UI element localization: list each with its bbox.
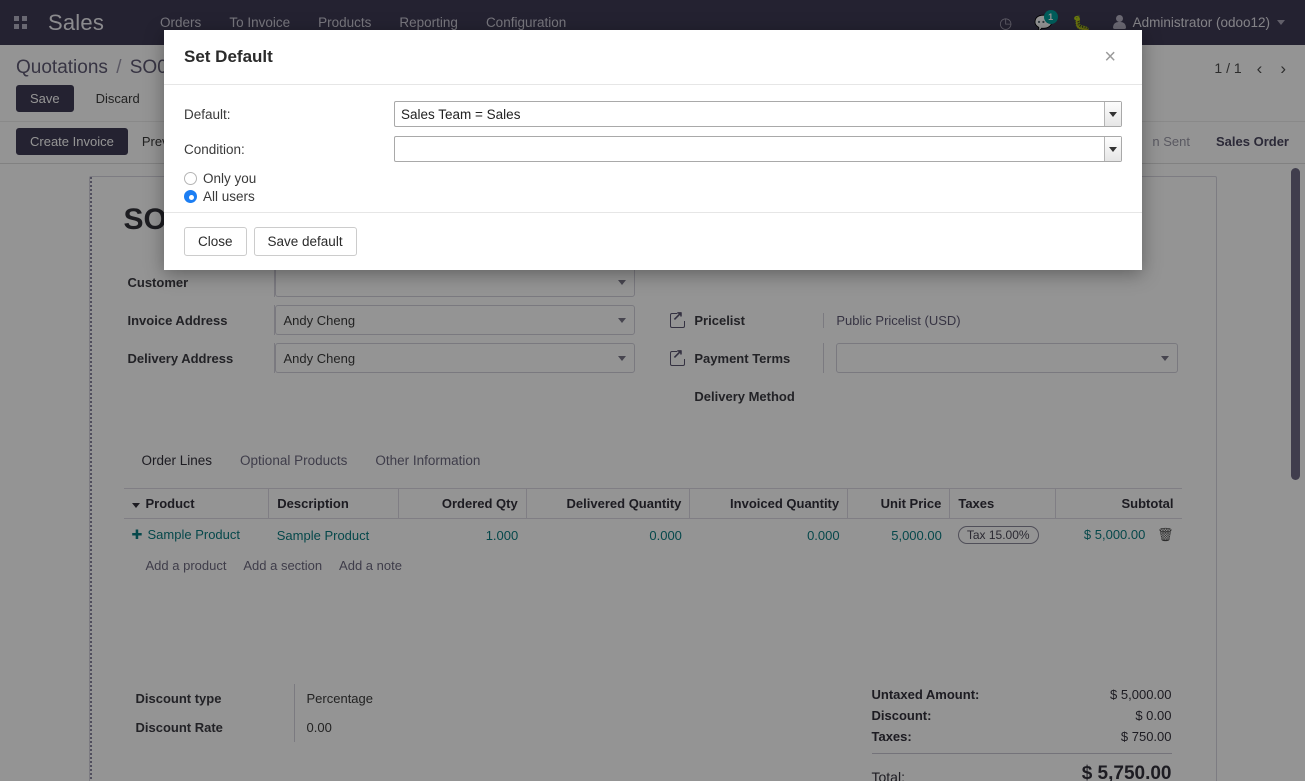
radio-all-users-label: All users — [203, 189, 255, 204]
condition-field-row: Condition: — [184, 136, 1122, 162]
save-default-button[interactable]: Save default — [254, 227, 357, 256]
default-field-label: Default: — [184, 107, 394, 122]
dialog-header: Set Default × — [164, 30, 1142, 85]
close-button[interactable]: Close — [184, 227, 247, 256]
scope-only-you-option[interactable]: Only you — [184, 171, 1122, 186]
scope-all-users-option[interactable]: All users — [184, 189, 1122, 204]
condition-field-label: Condition: — [184, 142, 394, 157]
default-select-wrap: Sales Team = Sales — [394, 101, 1122, 127]
radio-all-users[interactable] — [184, 190, 197, 203]
dialog-footer: Close Save default — [164, 212, 1142, 270]
dialog-body: Default: Sales Team = Sales Condition: O… — [164, 85, 1142, 212]
radio-only-you-label: Only you — [203, 171, 256, 186]
default-select[interactable]: Sales Team = Sales — [394, 101, 1122, 127]
set-default-dialog: Set Default × Default: Sales Team = Sale… — [164, 30, 1142, 270]
condition-select[interactable] — [394, 136, 1122, 162]
default-select-value: Sales Team = Sales — [401, 107, 520, 122]
dialog-title: Set Default — [184, 47, 273, 67]
select-dropdown-arrow-icon[interactable] — [1104, 137, 1121, 161]
close-icon[interactable]: × — [1098, 46, 1122, 68]
condition-select-wrap — [394, 136, 1122, 162]
radio-only-you[interactable] — [184, 172, 197, 185]
default-field-row: Default: Sales Team = Sales — [184, 101, 1122, 127]
select-dropdown-arrow-icon[interactable] — [1104, 102, 1121, 126]
